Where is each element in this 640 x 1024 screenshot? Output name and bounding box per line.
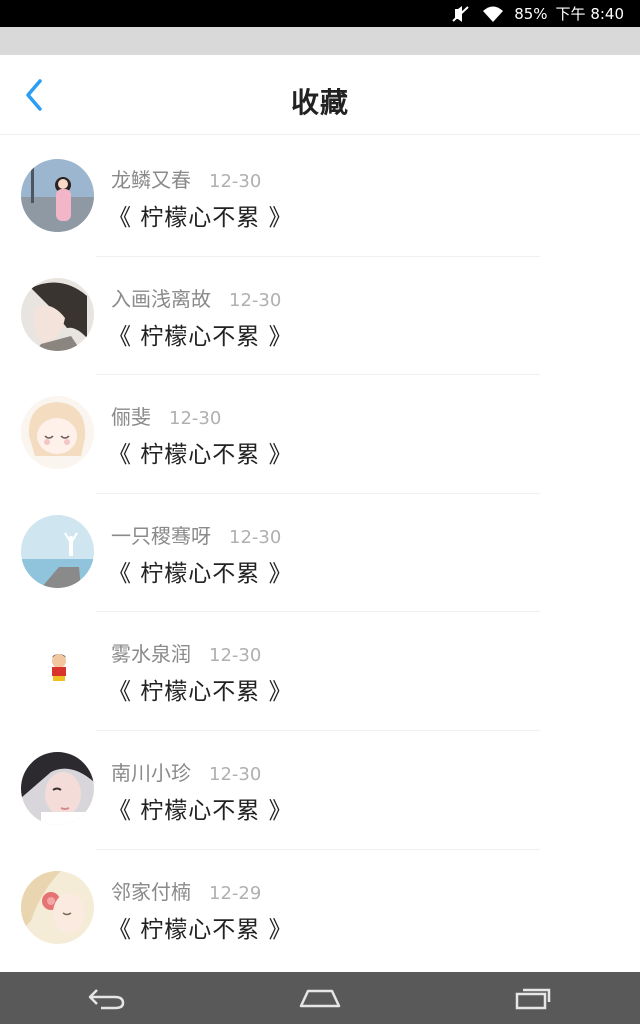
username[interactable]: 邻家付楠	[111, 876, 191, 905]
battery-level: 85%	[514, 4, 548, 23]
username[interactable]: 入画浅离故	[111, 283, 211, 312]
date: 12-30	[209, 171, 262, 192]
status-bar: 85% 下午 8:40	[0, 0, 640, 27]
avatar[interactable]	[21, 870, 94, 944]
item-title[interactable]: 《 柠檬心不累 》	[108, 317, 293, 351]
clock: 下午 8:40	[555, 5, 624, 23]
header-bar: 收藏	[0, 55, 640, 135]
date: 12-30	[209, 763, 262, 785]
nav-back-button[interactable]	[62, 972, 152, 1024]
date: 12-29	[209, 882, 262, 904]
list-item[interactable]: 入画浅离故 12-30 《 柠檬心不累 》	[0, 257, 640, 376]
date: 12-30	[229, 526, 282, 548]
item-title[interactable]: 《 柠檬心不累 》	[108, 435, 293, 469]
item-title[interactable]: 《 柠檬心不累 》	[108, 910, 293, 944]
nav-recents-button[interactable]	[488, 972, 578, 1024]
item-title[interactable]: 《 柠檬心不累 》	[108, 791, 293, 825]
list-item[interactable]: 俪斐 12-30 《 柠檬心不累 》	[0, 375, 640, 494]
avatar[interactable]	[21, 159, 94, 232]
list-item[interactable]: 一只稷骞呀 12-30 《 柠檬心不累 》	[0, 494, 640, 613]
top-strip	[0, 27, 640, 55]
list-item[interactable]: 南川小珍 12-30 《 柠檬心不累 》	[0, 731, 640, 850]
favorites-list: 龙鳞又春 12-30 《 柠檬心不累 》 入画浅离故 12-30 《 柠檬心不累…	[0, 138, 640, 968]
navigation-bar	[0, 972, 640, 1024]
avatar[interactable]	[21, 277, 94, 351]
wifi-icon	[483, 6, 504, 22]
date: 12-30	[209, 645, 262, 667]
username[interactable]: 俪斐	[111, 401, 151, 430]
item-title[interactable]: 《 柠檬心不累 》	[108, 198, 293, 232]
nav-home-button[interactable]	[275, 972, 365, 1024]
avatar[interactable]	[21, 633, 94, 707]
username[interactable]: 南川小珍	[111, 757, 191, 786]
username[interactable]: 一只稷骞呀	[111, 520, 211, 549]
date: 12-30	[169, 408, 222, 430]
recent-apps-icon	[516, 988, 551, 1010]
page-title: 收藏	[290, 86, 349, 119]
back-arrow-icon	[88, 989, 124, 1010]
avatar[interactable]	[21, 751, 94, 825]
item-title[interactable]: 《 柠檬心不累 》	[108, 672, 293, 706]
avatar[interactable]	[21, 396, 94, 470]
list-item[interactable]: 雾水泉润 12-30 《 柠檬心不累 》	[0, 612, 640, 731]
username[interactable]: 龙鳞又春	[111, 164, 191, 193]
mute-icon	[452, 5, 469, 22]
date: 12-30	[229, 289, 282, 311]
item-title[interactable]: 《 柠檬心不累 》	[108, 554, 293, 588]
list-item[interactable]: 龙鳞又春 12-30 《 柠檬心不累 》	[0, 138, 640, 257]
home-icon	[299, 989, 341, 1008]
avatar[interactable]	[21, 514, 94, 588]
list-item[interactable]: 邻家付楠 12-29 《 柠檬心不累 》	[0, 850, 640, 969]
username[interactable]: 雾水泉润	[111, 638, 191, 667]
